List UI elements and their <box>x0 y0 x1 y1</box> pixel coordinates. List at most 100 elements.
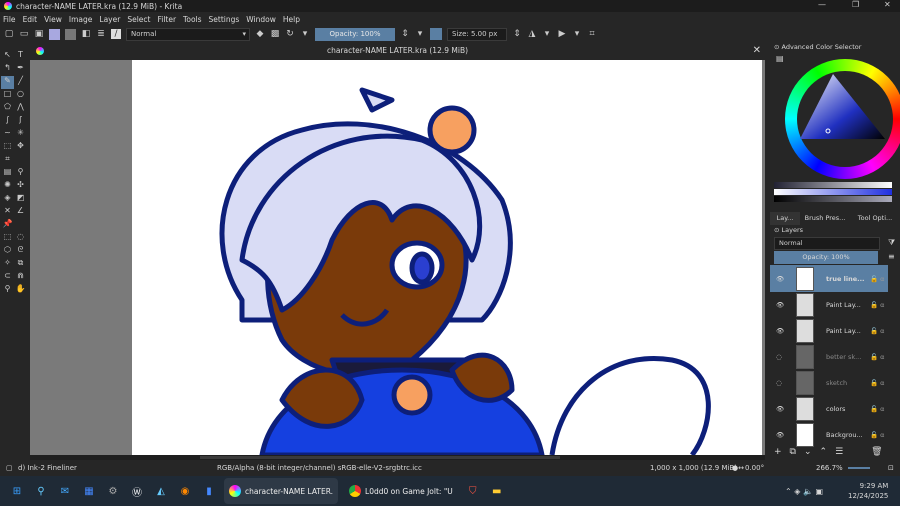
settings-icon[interactable]: ⚙ <box>104 482 122 500</box>
layer-row[interactable]: 👁 true line... 🔓 α <box>770 265 888 292</box>
lock-icon[interactable]: 🔓 <box>870 431 878 439</box>
eye-closed-icon[interactable]: ◌ <box>776 379 786 387</box>
lock-icon[interactable]: 🔓 <box>870 405 878 413</box>
brave-icon[interactable]: ⛉ <box>464 482 482 500</box>
rectangle-tool-icon[interactable]: □ <box>1 89 14 102</box>
layer-row[interactable]: ◌ sketch 🔓 α <box>770 369 888 396</box>
layer-row[interactable]: 👁 colors 🔓 α <box>770 395 888 422</box>
zoom-slider[interactable] <box>848 467 870 469</box>
minimize-button[interactable]: — <box>818 0 826 9</box>
alpha-lock-icon[interactable]: α <box>880 275 884 283</box>
freehand-brush-tool-icon[interactable]: ✎ <box>1 76 14 89</box>
menu-file[interactable]: File <box>3 15 16 24</box>
current-brush[interactable]: d) Ink-2 Fineliner <box>18 460 77 476</box>
lock-icon[interactable]: 🔓 <box>870 327 878 335</box>
alpha-lock-icon[interactable]: α <box>880 405 884 413</box>
similar-select-tool-icon[interactable]: ⧉ <box>14 258 27 271</box>
tab-tool-options[interactable]: Tool Opti... <box>850 212 900 225</box>
ellipse-tool-icon[interactable]: ○ <box>14 89 27 102</box>
alpha-lock-icon[interactable]: α <box>880 431 884 439</box>
eye-icon[interactable]: 👁 <box>776 327 786 335</box>
lock-icon[interactable]: 🔓 <box>870 379 878 387</box>
enclose-fill-tool-icon[interactable]: ◩ <box>14 193 27 206</box>
menu-help[interactable]: Help <box>283 15 300 24</box>
menu-layer[interactable]: Layer <box>99 15 120 24</box>
transform-tool-icon[interactable]: ⬚ <box>1 141 14 154</box>
brush-settings-icon[interactable]: ≣ <box>96 29 106 39</box>
document-tab[interactable]: character-NAME LATER.kra (12.9 MiB) ✕ <box>30 42 765 60</box>
reload-preset-icon[interactable]: ↻ <box>285 29 295 39</box>
color-slider-2[interactable] <box>774 189 892 195</box>
smart-patch-tool-icon[interactable]: ✣ <box>14 180 27 193</box>
alpha-lock-icon[interactable]: α <box>880 379 884 387</box>
filter-icon[interactable]: ⧩ <box>888 238 895 248</box>
calligraphy-tool-icon[interactable]: ✒ <box>14 63 27 76</box>
blend-mode-select[interactable]: Normal ▾ <box>126 27 250 41</box>
word-icon[interactable]: ▮ <box>200 482 218 500</box>
layer-row[interactable]: 👁 Backgrou... 🔓 α <box>770 421 888 448</box>
polyline-tool-icon[interactable]: ⋀ <box>14 102 27 115</box>
color-selector-settings-icon[interactable]: ▤ <box>776 54 784 63</box>
bezier-select-tool-icon[interactable]: ⊂ <box>1 271 14 284</box>
tab-brush-presets[interactable]: Brush Pres... <box>800 212 850 225</box>
fill-tool-icon[interactable]: ◈ <box>1 193 14 206</box>
eye-icon[interactable]: 👁 <box>776 275 786 283</box>
canvas-area[interactable] <box>30 60 765 455</box>
freehand-select-tool-icon[interactable]: ᘓ <box>14 245 27 258</box>
move-up-icon[interactable]: ⌃ <box>820 447 828 457</box>
new-file-icon[interactable]: ▢ <box>4 29 14 39</box>
chevron-down-icon[interactable]: ▾ <box>542 29 552 39</box>
crop-wrap-icon[interactable]: ⌗ <box>587 29 597 39</box>
layer-opacity-slider[interactable]: Opacity: 100% <box>774 251 878 264</box>
mail-icon[interactable]: ✉ <box>56 482 74 500</box>
move-down-icon[interactable]: ⌄ <box>804 447 812 457</box>
brush-preset-icon[interactable]: / <box>111 29 121 39</box>
search-icon[interactable]: ⚲ <box>32 482 50 500</box>
size-slider[interactable]: Size: 5.00 px <box>447 27 507 41</box>
contiguous-select-tool-icon[interactable]: ✧ <box>1 258 14 271</box>
close-document-icon[interactable]: ✕ <box>753 42 761 60</box>
polygon-tool-icon[interactable]: ⬠ <box>1 102 14 115</box>
menu-select[interactable]: Select <box>127 15 150 24</box>
chevron-down-icon[interactable]: ▾ <box>572 29 582 39</box>
eye-icon[interactable]: 👁 <box>776 405 786 413</box>
menu-filter[interactable]: Filter <box>157 15 176 24</box>
gradient-tool-icon[interactable]: ▤ <box>1 167 14 180</box>
multibrush-tool-icon[interactable]: ✳ <box>14 128 27 141</box>
chevron-down-icon[interactable]: ▾ <box>300 29 310 39</box>
edit-shapes-tool-icon[interactable]: ↰ <box>1 63 14 76</box>
layer-menu-icon[interactable]: ≡ <box>888 252 895 261</box>
fill-pattern-swatch[interactable] <box>49 28 60 40</box>
bezier-tool-icon[interactable]: ∫ <box>1 115 14 128</box>
mirror-vertical-icon[interactable]: ▶ <box>557 29 567 39</box>
assistant-tool-icon[interactable]: ✕ <box>1 206 14 219</box>
crop-tool-icon[interactable]: ⌗ <box>1 154 14 167</box>
polygon-select-tool-icon[interactable]: ⬡ <box>1 245 14 258</box>
taskbar-krita[interactable]: character-NAME LATER. <box>224 478 339 504</box>
layer-row[interactable]: 👁 Paint Lay... 🔓 α <box>770 317 888 344</box>
chevron-down-icon[interactable]: ▾ <box>415 29 425 39</box>
zoom-tool-icon[interactable]: ⚲ <box>1 284 14 297</box>
magnetic-select-tool-icon[interactable]: ⋒ <box>14 271 27 284</box>
alpha-lock-icon[interactable]: ▩ <box>270 29 280 39</box>
ellipse-select-tool-icon[interactable]: ◌ <box>14 232 27 245</box>
opacity-stepper[interactable]: ⇕ <box>400 29 410 39</box>
reference-tool-icon[interactable]: 📌 <box>1 219 14 232</box>
layer-row[interactable]: ◌ better sk... 🔓 α <box>770 343 888 370</box>
menu-window[interactable]: Window <box>246 15 276 24</box>
photos-icon[interactable]: ▦ <box>80 482 98 500</box>
freehand-path-tool-icon[interactable]: ʃ <box>14 115 27 128</box>
text-tool-icon[interactable]: T <box>14 50 27 63</box>
alpha-lock-icon[interactable]: α <box>880 327 884 335</box>
layer-row[interactable]: 👁 Paint Lay... 🔓 α <box>770 291 888 318</box>
file-explorer-icon[interactable]: ▬ <box>488 482 506 500</box>
gradient-swatch[interactable] <box>65 28 76 40</box>
size-stepper[interactable]: ⇕ <box>512 29 522 39</box>
eye-icon[interactable]: 👁 <box>776 301 786 309</box>
app-w-icon[interactable]: Ⓦ <box>128 482 146 500</box>
color-wheel[interactable] <box>785 59 900 179</box>
eye-icon[interactable]: 👁 <box>776 431 786 439</box>
canvas-page[interactable] <box>132 60 762 455</box>
duplicate-layer-icon[interactable]: ⧉ <box>790 447 796 457</box>
tab-layers[interactable]: Lay... <box>770 212 800 225</box>
